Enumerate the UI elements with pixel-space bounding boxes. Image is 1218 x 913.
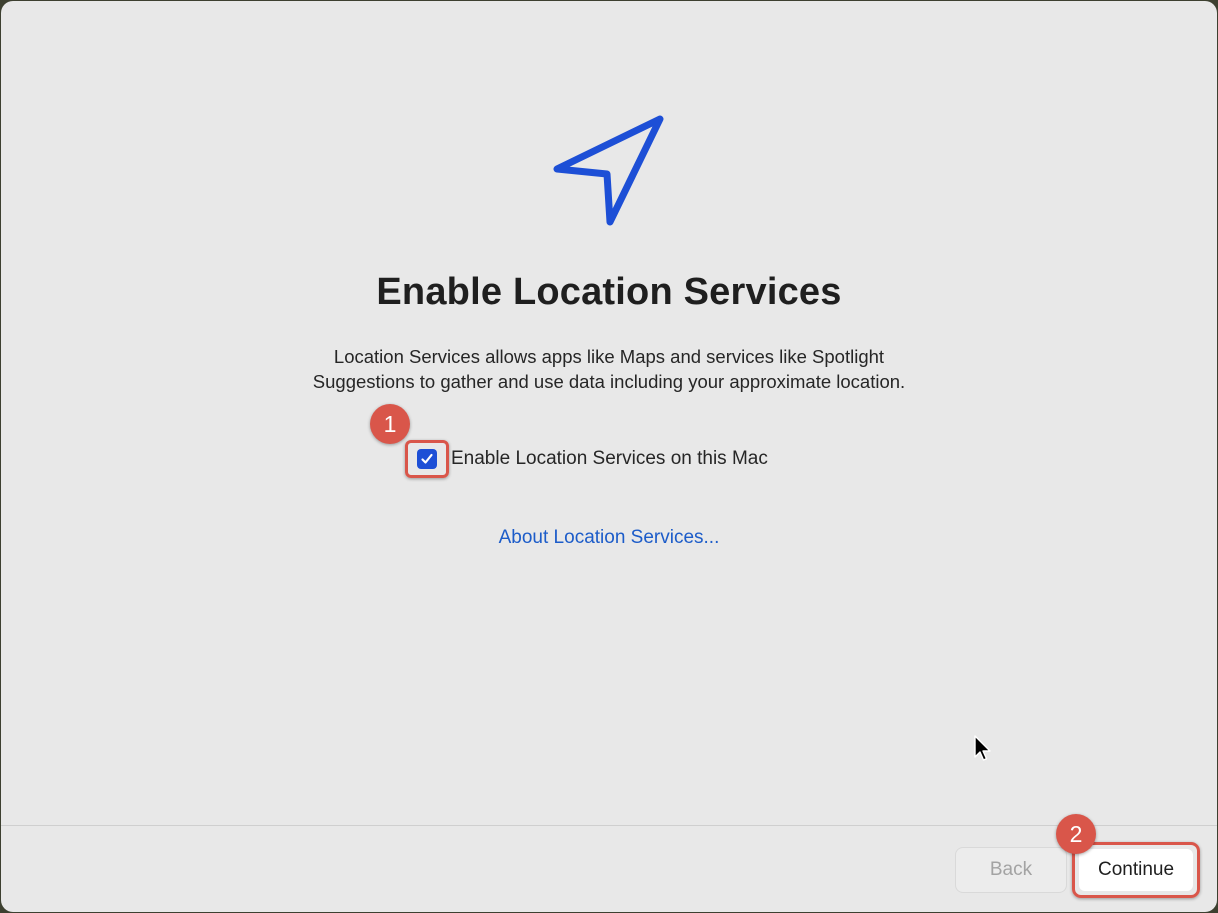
enable-location-row[interactable]: Enable Location Services on this Mac [405,439,768,479]
description-line-1: Location Services allows apps like Maps … [333,346,885,367]
annotation-highlight-2: Continue [1072,842,1200,898]
mouse-cursor-icon [974,735,991,761]
enable-location-checkbox[interactable] [417,449,437,469]
setup-assistant-window: Enable Location Services Location Servic… [1,1,1217,912]
footer-divider [1,825,1217,826]
page-title: Enable Location Services [376,271,842,313]
annotation-badge-1: 1 [370,404,410,444]
description: Location Services allows apps like Maps … [259,344,959,394]
checkmark-icon [421,453,433,464]
annotation-badge-2: 2 [1056,814,1096,854]
annotation-highlight-1 [405,440,449,478]
location-arrow-icon [553,115,664,226]
about-location-services-link[interactable]: About Location Services... [1,527,1217,549]
checkbox-label[interactable]: Enable Location Services on this Mac [451,448,768,470]
continue-button[interactable]: Continue [1079,849,1193,891]
description-line-2: Suggestions to gather and use data inclu… [312,371,906,392]
back-button[interactable]: Back [956,848,1066,892]
